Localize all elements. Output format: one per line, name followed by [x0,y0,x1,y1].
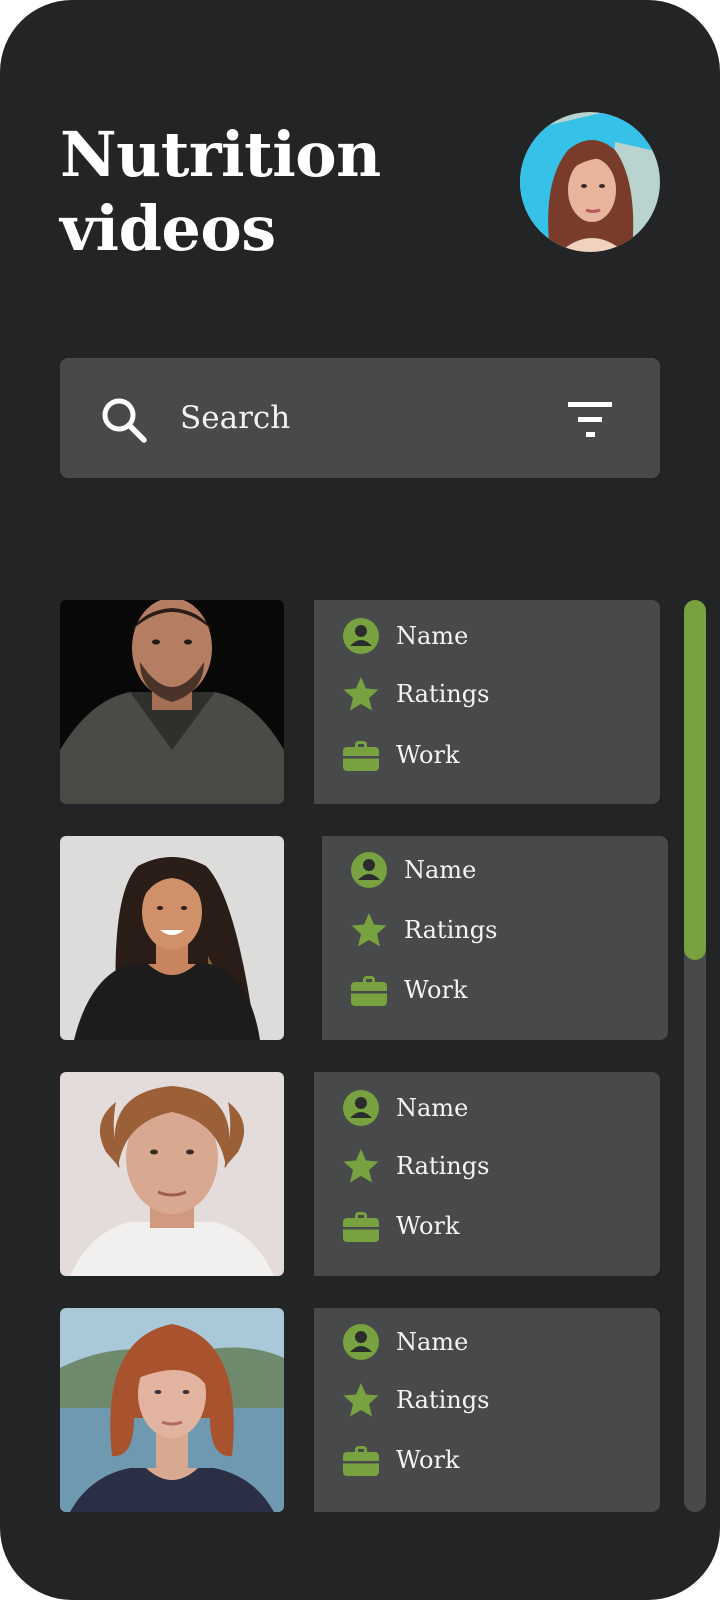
ratings-row: Ratings [342,1380,489,1420]
work-label: Work [396,1446,460,1474]
work-label: Work [396,741,460,769]
card-info[interactable]: Name Ratings Work [314,1072,660,1276]
ratings-label: Ratings [396,1386,490,1414]
person-icon [350,851,388,889]
star-icon [342,675,380,713]
page-title-line1: Nutrition [60,118,381,191]
name-row: Name [342,1322,468,1362]
card-photo[interactable] [60,1072,284,1276]
work-label: Work [404,976,468,1004]
person-photo [60,836,284,1040]
person-photo [60,1072,284,1276]
briefcase-icon [350,971,388,1009]
name-row: Name [350,850,476,890]
page-title-line2: videos [60,192,276,265]
briefcase-icon [342,1207,380,1245]
search-bar[interactable]: Search [60,358,660,478]
work-row: Work [342,1440,460,1480]
person-photo [60,600,284,804]
name-label: Name [396,1094,469,1122]
star-icon [342,1381,380,1419]
card-photo[interactable] [60,600,284,804]
search-input[interactable]: Search [180,396,290,440]
search-icon[interactable] [100,396,148,444]
star-icon [342,1147,380,1185]
page-title: Nutrition videos [60,118,480,266]
ratings-label: Ratings [396,680,490,708]
person-icon [342,1323,380,1361]
name-label: Name [396,622,469,650]
briefcase-icon [342,736,380,774]
name-row: Name [342,616,468,656]
ratings-row: Ratings [342,674,489,714]
card-info[interactable]: Name Ratings Work [314,600,660,804]
ratings-row: Ratings [342,1146,489,1186]
card-photo[interactable] [60,1308,284,1512]
card-photo[interactable] [60,836,284,1040]
filter-icon[interactable] [566,400,614,440]
app-screen: Nutrition videos Search Name Ratings Wor… [0,0,720,1600]
briefcase-icon [342,1441,380,1479]
avatar[interactable] [520,112,660,252]
card-info[interactable]: Name Ratings Work [314,1308,660,1512]
star-icon [350,911,388,949]
card-info[interactable]: Name Ratings Work [322,836,668,1040]
avatar-image [520,112,660,252]
work-label: Work [396,1212,460,1240]
person-icon [342,617,380,655]
ratings-label: Ratings [396,1152,490,1180]
name-label: Name [404,856,477,884]
ratings-row: Ratings [350,910,497,950]
ratings-label: Ratings [404,916,498,944]
work-row: Work [350,970,468,1010]
work-row: Work [342,1206,460,1246]
person-icon [342,1089,380,1127]
work-row: Work [342,735,460,775]
name-row: Name [342,1088,468,1128]
scrollbar-thumb[interactable] [684,600,706,960]
name-label: Name [396,1328,469,1356]
person-photo [60,1308,284,1512]
